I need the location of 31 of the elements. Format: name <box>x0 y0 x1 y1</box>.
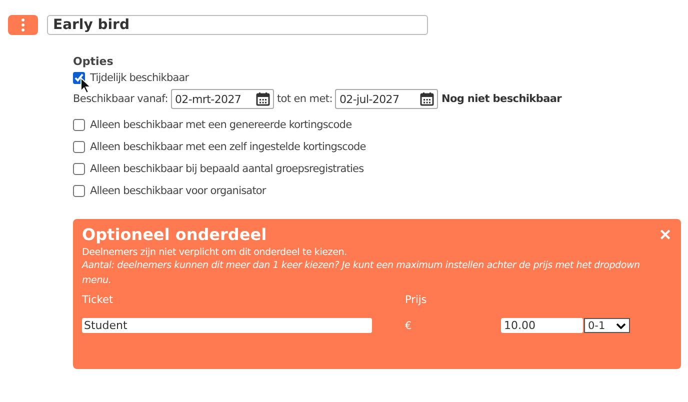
options-heading: Opties <box>73 55 114 68</box>
checkbox[interactable] <box>73 163 85 175</box>
to-label: tot en met: <box>276 93 332 105</box>
column-header: Prijs <box>405 294 428 306</box>
date-field[interactable]: 02-jul-2027 <box>335 89 438 109</box>
cursor-icon <box>80 77 92 94</box>
checkbox-label: Alleen beschikbaar met een zelf ingestelde kortingscode <box>90 141 366 153</box>
chevron-icon <box>616 322 626 328</box>
checkbox-label: Tijdelijk beschikbaar <box>90 72 189 84</box>
more-icon <box>21 18 25 32</box>
ticket-field[interactable]: Student <box>82 318 372 333</box>
price-field[interactable]: 10.00 <box>501 318 583 333</box>
panel-title: Optioneel onderdeel <box>82 225 267 244</box>
title-field[interactable]: Early bird <box>47 15 428 35</box>
calendar-icon[interactable] <box>256 92 270 106</box>
calendar-icon[interactable] <box>420 92 434 106</box>
checkbox[interactable] <box>73 119 85 131</box>
checkbox[interactable] <box>73 141 85 153</box>
quantity-dropdown[interactable]: 0-1 <box>584 318 630 333</box>
availability-status: Nog niet beschikbaar <box>441 93 562 105</box>
checkbox-label: Alleen beschikbaar bij bepaald aantal groepsregistraties <box>90 163 364 175</box>
checkbox[interactable] <box>73 185 85 197</box>
currency-symbol: € <box>405 320 413 332</box>
menu-button[interactable] <box>8 15 38 35</box>
checkbox-label: Alleen beschikbaar met een genereerde kortingscode <box>90 119 352 131</box>
checkbox-label: Alleen beschikbaar voor organisator <box>90 185 266 197</box>
column-header: Ticket <box>82 294 114 306</box>
panel-note: Aantal: deelnemers kunnen dit meer dan 1 keer kiezen? Je kunt een maximum instellen achter de prijs met het dropdown menu. <box>82 259 641 288</box>
from-label: Beschikbaar vanaf: <box>73 93 168 105</box>
panel-description: Deelnemers zijn niet verplicht om dit onderdeel te kiezen. <box>82 247 348 258</box>
date-field[interactable]: 02-mrt-2027 <box>170 89 274 109</box>
